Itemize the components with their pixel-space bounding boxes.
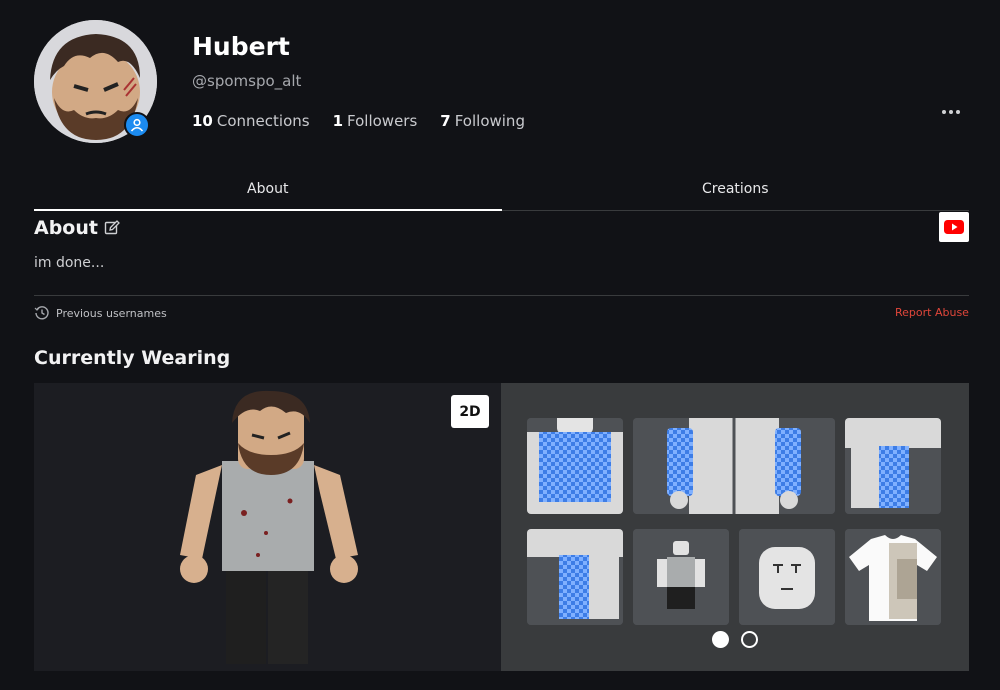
ellipsis-icon [942, 110, 946, 114]
stat-count: 1 [332, 112, 344, 130]
item-tile-outfit[interactable] [633, 529, 729, 625]
edit-icon[interactable] [104, 220, 120, 236]
tab-label: Creations [701, 181, 769, 197]
ellipsis-icon [956, 110, 960, 114]
tab-label: About [247, 181, 289, 197]
item-tile-arms[interactable] [633, 418, 835, 514]
profile-tabs: About Creations [34, 168, 969, 211]
display-name: Hubert [192, 32, 290, 61]
ellipsis-icon [949, 110, 953, 114]
about-heading: About [34, 217, 120, 239]
item-thumbnail [633, 529, 729, 625]
item-tile-tshirt[interactable] [845, 529, 941, 625]
avatar-figure [180, 390, 358, 664]
stat-count: 10 [192, 112, 213, 130]
history-icon [34, 306, 49, 320]
stat-following[interactable]: 7 Following [440, 112, 525, 130]
profile-stats: 10 Connections 1 Followers 7 Following [192, 112, 525, 130]
profile-bio: im done... [34, 255, 105, 271]
divider [34, 295, 969, 296]
online-status-badge [124, 112, 150, 138]
item-thumbnail [527, 418, 623, 514]
wearing-items-grid [501, 383, 969, 671]
stat-label: Followers [347, 112, 418, 130]
currently-wearing-heading: Currently Wearing [34, 347, 231, 369]
stat-connections[interactable]: 10 Connections [192, 112, 310, 130]
username: @spomspo_alt [192, 72, 302, 90]
item-tile-right-leg[interactable] [845, 418, 941, 514]
tab-creations[interactable]: Creations [502, 168, 970, 210]
item-tile-shirt[interactable] [527, 418, 623, 514]
carousel-dot-2[interactable] [741, 631, 758, 648]
previous-usernames-button[interactable]: Previous usernames [34, 305, 167, 321]
more-options-button[interactable] [936, 100, 966, 124]
stat-label: Following [454, 112, 525, 130]
item-thumbnail [739, 529, 835, 625]
item-thumbnail [845, 418, 941, 514]
about-title: About [34, 217, 98, 239]
report-abuse-link[interactable]: Report Abuse [895, 306, 969, 319]
stat-followers[interactable]: 1 Followers [333, 112, 418, 130]
youtube-social-link[interactable] [939, 212, 969, 242]
item-thumbnail [527, 529, 623, 625]
stat-count: 7 [440, 112, 451, 130]
item-thumbnail [633, 418, 835, 514]
carousel-dot-1[interactable] [712, 631, 729, 648]
item-tile-left-leg[interactable] [527, 529, 623, 625]
youtube-icon [944, 220, 964, 234]
stat-label: Connections [216, 112, 310, 130]
item-tile-face[interactable] [739, 529, 835, 625]
user-icon [130, 118, 144, 132]
avatar-3d-viewer[interactable] [34, 383, 501, 671]
toggle-2d-button[interactable]: 2D [451, 395, 489, 428]
tab-about[interactable]: About [34, 168, 502, 211]
previous-usernames-label: Previous usernames [56, 306, 167, 320]
item-thumbnail [845, 529, 941, 625]
